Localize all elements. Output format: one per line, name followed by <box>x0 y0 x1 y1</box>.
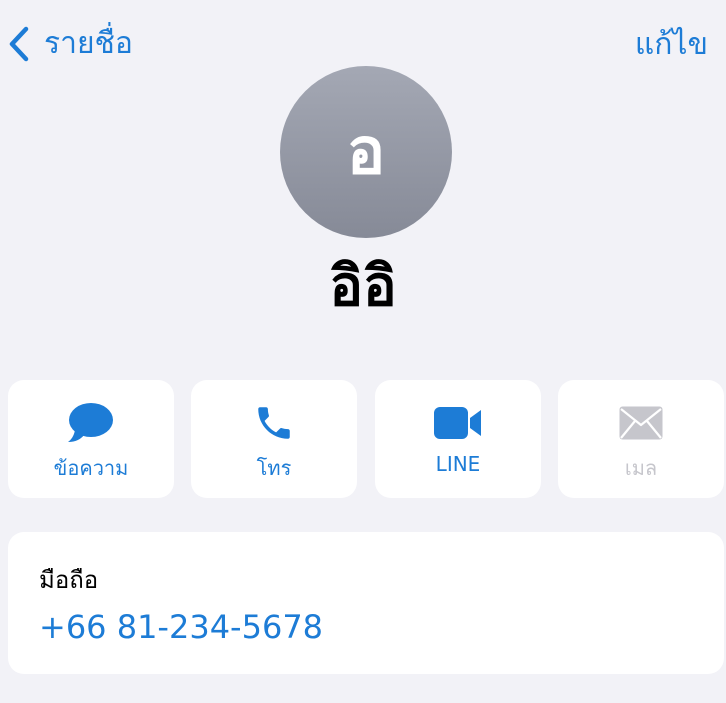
back-button[interactable]: รายชื่อ <box>8 22 133 66</box>
message-button-label: ข้อความ <box>53 456 129 480</box>
line-video-button[interactable]: LINE <box>375 380 541 498</box>
line-video-button-label: LINE <box>435 452 481 476</box>
call-button[interactable]: โทร <box>191 380 357 498</box>
back-button-label: รายชื่อ <box>44 26 133 61</box>
chevron-left-icon <box>8 24 34 64</box>
phone-label: มือถือ <box>39 566 99 594</box>
phone-number-link[interactable]: +66 81-234-5678 <box>39 608 323 646</box>
message-bubble-icon <box>8 402 174 444</box>
edit-button[interactable]: แก้ไข <box>635 22 708 66</box>
phone-icon <box>191 402 357 444</box>
avatar-initial: อ <box>346 115 386 189</box>
contact-name: อิอิ <box>329 254 397 319</box>
message-button[interactable]: ข้อความ <box>8 380 174 498</box>
avatar: อ <box>280 66 452 238</box>
call-button-label: โทร <box>256 456 292 480</box>
envelope-icon <box>558 402 724 444</box>
phone-number-card: มือถือ +66 81-234-5678 <box>8 532 724 674</box>
quick-actions: ข้อความ โทร LINE เมล <box>8 380 724 498</box>
mail-button-label: เมล <box>624 456 658 480</box>
video-camera-icon <box>375 402 541 444</box>
mail-button[interactable]: เมล <box>558 380 724 498</box>
